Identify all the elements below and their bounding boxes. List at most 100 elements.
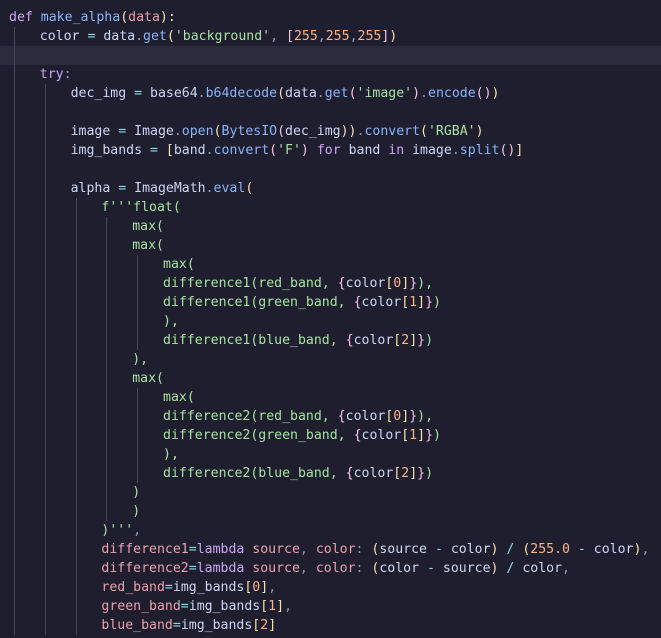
code-line[interactable]: image = Image.open(BytesIO(dec_img)).con…	[0, 122, 661, 141]
code-line[interactable]: max(	[0, 255, 661, 274]
code-token: {	[353, 295, 362, 310]
code-token: color	[353, 466, 394, 481]
code-token: color	[450, 542, 491, 557]
code-token: {	[353, 428, 362, 443]
indent-guide	[106, 217, 108, 236]
indent-guide	[106, 312, 108, 331]
code-token: open	[181, 124, 214, 139]
code-token: difference2	[101, 561, 189, 576]
code-token: .	[451, 143, 460, 158]
code-token: ,	[299, 561, 316, 576]
code-line[interactable]: difference2=lambda source, color: (color…	[0, 559, 661, 578]
code-token: difference1	[101, 542, 189, 557]
code-text: max(	[132, 369, 164, 388]
code-token: ]	[268, 618, 277, 633]
code-token: image	[412, 143, 452, 158]
code-token: )	[491, 86, 500, 101]
code-token: color	[39, 29, 80, 44]
code-token: .	[316, 86, 325, 101]
indent-guide	[75, 616, 77, 635]
indent-guide	[75, 464, 77, 483]
indent-guide	[14, 255, 15, 274]
code-line[interactable]: max(	[0, 369, 661, 388]
indent-guide	[44, 84, 46, 103]
code-token: ),	[163, 447, 179, 462]
code-line[interactable]: difference1=lambda source, color: (sourc…	[0, 540, 661, 559]
code-token: 255	[357, 29, 382, 44]
indent-guide	[137, 388, 139, 407]
code-token: }	[409, 409, 418, 424]
code-line[interactable]: )''',	[0, 521, 661, 540]
indent-guide	[44, 540, 46, 559]
code-line[interactable]: f'''float(	[0, 198, 661, 217]
code-line[interactable]: try:	[0, 65, 661, 84]
code-line[interactable]: dec_img = base64.b64decode(data.get('ima…	[0, 84, 661, 103]
code-line[interactable]: ),	[0, 312, 661, 331]
code-line[interactable]	[0, 46, 661, 65]
code-line[interactable]	[0, 103, 661, 122]
code-token: ]	[409, 466, 418, 481]
code-line[interactable]: def make_alpha(data):	[0, 8, 661, 27]
indent-guide	[14, 445, 15, 464]
indent-guide	[14, 103, 15, 122]
indent-guide	[14, 540, 15, 559]
code-line[interactable]: difference2(blue_band, {color[2]})	[0, 464, 661, 483]
code-line[interactable]: green_band=img_bands[1],	[0, 597, 661, 616]
code-token: }	[425, 295, 434, 310]
code-token: .	[197, 86, 206, 101]
indent-guide	[14, 597, 15, 616]
code-line[interactable]: img_bands = [band.convert('F') for band …	[0, 141, 661, 160]
code-token: {	[337, 276, 346, 291]
indent-guide	[14, 369, 15, 388]
indent-guide	[44, 521, 46, 540]
code-line[interactable]: max(	[0, 217, 661, 236]
indent-guide	[44, 388, 46, 407]
code-token: difference2(red_band,	[163, 409, 338, 424]
code-token: color	[361, 295, 402, 310]
indent-guide	[75, 502, 77, 521]
indent-guide	[44, 464, 46, 483]
code-token: [	[165, 143, 174, 158]
code-token: ),	[417, 409, 434, 424]
code-token: difference1(red_band,	[163, 276, 338, 291]
indent-guide	[75, 521, 77, 540]
indent-guide	[75, 331, 77, 350]
indent-guide	[14, 198, 15, 217]
code-line[interactable]: max(	[0, 388, 661, 407]
code-token: lambda	[196, 542, 245, 557]
indent-guide	[14, 407, 15, 426]
code-line[interactable]: difference1(green_band, {color[1]})	[0, 293, 661, 312]
code-line[interactable]: difference2(red_band, {color[0]}),	[0, 407, 661, 426]
indent-guide	[106, 502, 108, 521]
code-line[interactable]: )	[0, 483, 661, 502]
indent-guide	[44, 616, 46, 635]
code-token: =	[79, 29, 104, 44]
code-token: -	[569, 542, 594, 557]
indent-guide	[44, 217, 46, 236]
indent-guide	[14, 388, 15, 407]
code-line[interactable]: difference2(green_band, {color[1]})	[0, 426, 661, 445]
code-token: ,	[268, 580, 277, 595]
code-line[interactable]: difference1(blue_band, {color[2]})	[0, 331, 661, 350]
code-token: data	[103, 29, 136, 44]
indent-guide	[75, 217, 77, 236]
code-token: difference1(green_band,	[163, 295, 354, 310]
code-token: 2	[401, 466, 410, 481]
code-line[interactable]: red_band=img_bands[0],	[0, 578, 661, 597]
code-editor[interactable]: def make_alpha(data): color = data.get('b…	[0, 0, 661, 638]
code-token: convert	[213, 143, 270, 158]
code-line[interactable]: difference1(red_band, {color[0]}),	[0, 274, 661, 293]
code-line[interactable]: ),	[0, 350, 661, 369]
code-line[interactable]: max(	[0, 236, 661, 255]
code-token: color	[353, 333, 394, 348]
code-line[interactable]: ),	[0, 445, 661, 464]
code-token: ,	[270, 29, 286, 44]
code-line[interactable]: blue_band=img_bands[2]	[0, 616, 661, 635]
code-line[interactable]: )	[0, 502, 661, 521]
code-line[interactable]: alpha = ImageMath.eval(	[0, 179, 661, 198]
code-line[interactable]: color = data.get('background', [255,255,…	[0, 27, 661, 46]
code-line[interactable]	[0, 160, 661, 179]
code-token: }	[417, 466, 426, 481]
code-token: color	[593, 542, 634, 557]
indent-guide	[106, 464, 108, 483]
